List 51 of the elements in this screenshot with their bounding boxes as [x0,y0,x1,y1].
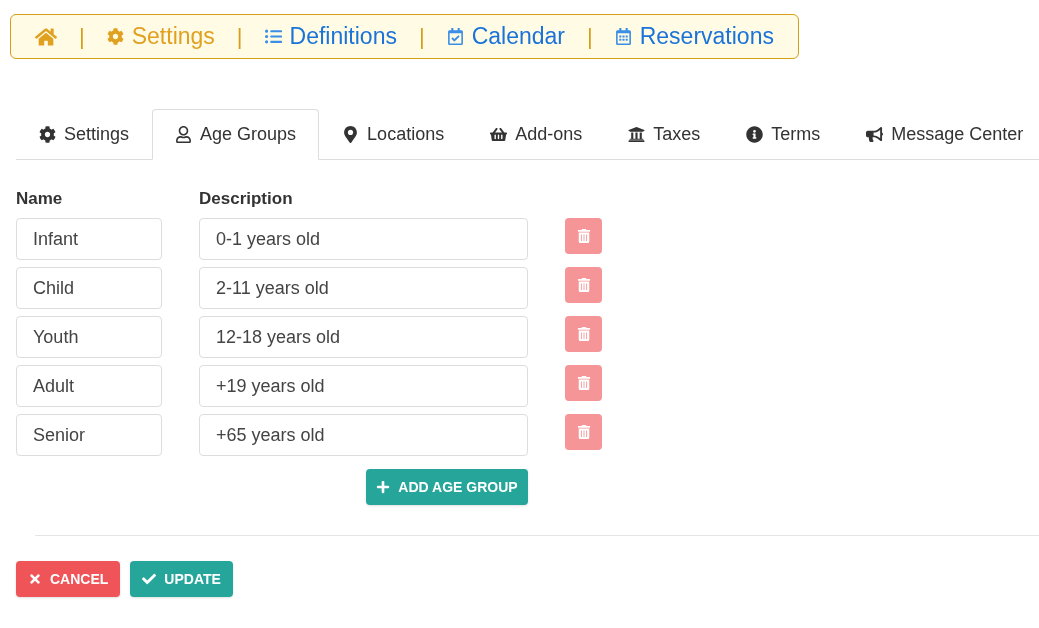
trash-icon [576,229,591,243]
trash-icon [576,327,591,341]
nav-link[interactable]: Reservations [614,19,774,54]
tab[interactable]: Settings [16,109,153,160]
description-field[interactable]: +65 years old [199,414,528,456]
delete-button[interactable] [565,267,602,303]
tab[interactable]: Taxes [605,109,724,160]
tab[interactable]: Age Groups [152,109,320,160]
nav-separator: | [236,23,243,51]
gear-icon [39,126,56,143]
nav-separator: | [587,23,593,51]
column-header: Description [199,188,293,211]
trash-icon [576,278,591,292]
bank-icon [628,126,646,143]
nav-separator: | [418,23,425,51]
list-icon [264,28,282,45]
tab[interactable]: Message Center [843,109,1039,160]
nav-separator: | [79,23,85,51]
trash-icon [576,425,591,439]
info-icon [746,126,764,143]
column-header: Name [16,188,64,211]
name-field[interactable]: Youth [16,316,162,358]
tab[interactable]: Terms [723,109,844,160]
check-icon [142,572,157,586]
name-field[interactable]: Child [16,267,162,309]
nav-link[interactable]: Definitions [264,19,397,54]
megaphone-icon [866,126,884,143]
nav-link[interactable]: Calendar [446,19,565,54]
plus-icon [376,480,391,494]
close-icon [28,572,42,586]
gear-icon [106,28,124,45]
tab[interactable]: Add-ons [467,109,606,160]
delete-button[interactable] [565,414,602,450]
description-field[interactable]: 0-1 years old [199,218,528,260]
trash-icon [576,376,591,390]
name-field[interactable]: Infant [16,218,162,260]
delete-button[interactable] [565,316,602,352]
calendar-icon [614,28,632,45]
name-field[interactable]: Adult [16,365,162,407]
description-field[interactable]: 12-18 years old [199,316,528,358]
user-icon [175,126,193,143]
name-field[interactable]: Senior [16,414,162,456]
description-field[interactable]: 2-11 years old [199,267,528,309]
basket-icon [490,126,508,143]
delete-button[interactable] [565,218,602,254]
delete-button[interactable] [565,365,602,401]
map-pin-icon [342,126,360,143]
description-field[interactable]: +19 years old [199,365,528,407]
home-icon[interactable] [35,25,57,48]
tab[interactable]: Locations [319,109,468,160]
calendar-check-icon [446,28,464,45]
